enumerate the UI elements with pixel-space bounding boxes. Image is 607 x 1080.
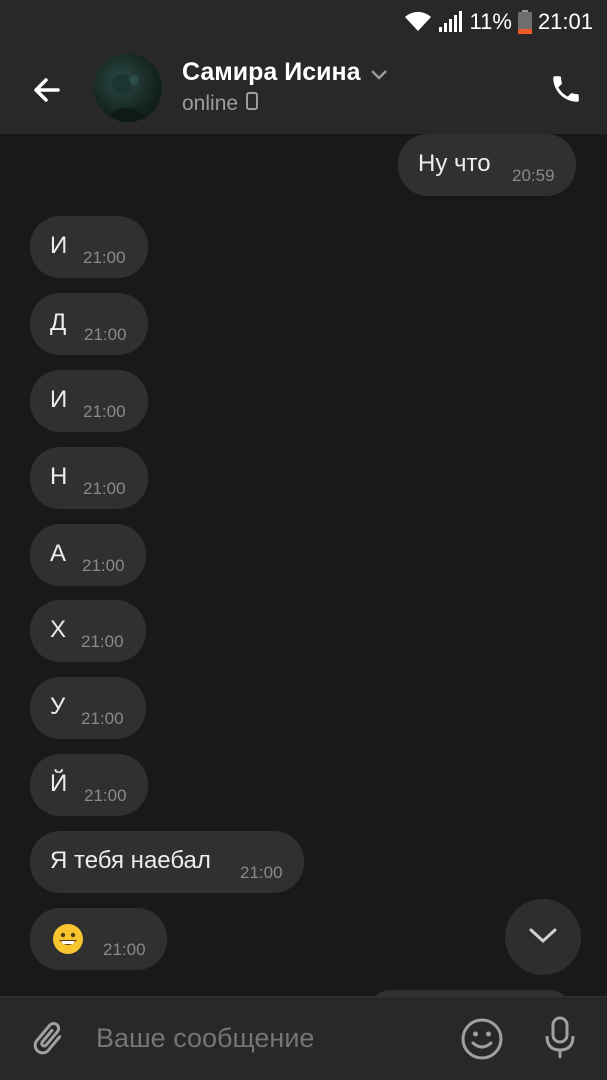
message-time: 21:00	[81, 632, 124, 651]
contact-status-row: online	[182, 92, 259, 116]
paperclip-icon[interactable]	[28, 1019, 68, 1059]
status-bar: 11% 21:01	[0, 0, 607, 44]
message-time: 21:00	[240, 863, 283, 882]
incoming-message-bubble[interactable]: А 21:00	[30, 524, 146, 586]
message-time: 21:00	[84, 325, 127, 344]
message-time: 21:00	[83, 248, 126, 267]
message-composer	[0, 996, 607, 1080]
mobile-device-icon	[246, 92, 259, 116]
battery-icon	[517, 10, 532, 34]
message-text: Х	[50, 616, 67, 643]
message-time: 21:00	[81, 709, 124, 728]
message-time: 21:00	[82, 556, 125, 575]
chat-header: Самира Исина online	[0, 44, 607, 134]
message-text: У	[50, 693, 66, 720]
incoming-message-bubble[interactable]: У 21:00	[30, 677, 146, 739]
incoming-message-bubble[interactable]: Х 21:00	[30, 600, 146, 662]
contact-name: Самира Исина	[182, 58, 361, 86]
emoji-smile-icon[interactable]	[460, 1017, 504, 1061]
message-time: 21:00	[83, 402, 126, 421]
message-text: Ну что	[418, 150, 491, 177]
incoming-message-bubble[interactable]: И 21:00	[30, 216, 148, 278]
incoming-message-bubble[interactable]: Я тебя наебал 21:00	[30, 831, 304, 893]
incoming-message-bubble[interactable]: И 21:00	[30, 370, 148, 432]
avatar[interactable]	[94, 54, 162, 122]
incoming-message-bubble[interactable]: 21:00	[30, 908, 167, 970]
incoming-message-bubble[interactable]: Д 21:00	[30, 293, 148, 355]
online-status: online	[182, 92, 239, 115]
message-time: 21:00	[103, 940, 146, 959]
incoming-message-bubble[interactable]: Н 21:00	[30, 447, 148, 509]
scroll-to-bottom-button[interactable]	[505, 899, 581, 975]
message-text: Н	[50, 463, 68, 490]
message-time: 21:00	[84, 786, 127, 805]
clock: 21:01	[537, 9, 593, 34]
outgoing-message-bubble[interactable]: Ну что 20:59	[398, 134, 576, 196]
message-text: Д	[50, 309, 67, 336]
message-text: И	[50, 386, 68, 413]
battery-percent: 11%	[469, 9, 512, 34]
signal-icon	[438, 11, 464, 33]
phone-call-icon[interactable]	[549, 72, 583, 106]
back-arrow-icon[interactable]	[28, 70, 68, 110]
wifi-icon	[404, 11, 432, 33]
message-time: 20:59	[512, 166, 555, 185]
incoming-message-bubble[interactable]: Й 21:00	[30, 754, 148, 816]
message-text: Й	[50, 770, 68, 797]
message-text: И	[50, 232, 68, 259]
message-time: 21:00	[83, 479, 126, 498]
microphone-icon[interactable]	[540, 1015, 580, 1061]
grinning-face-emoji-icon	[52, 923, 84, 955]
message-list[interactable]: Ну что 20:59 И 21:00 Д 21:00 И 21:00 Н 2…	[0, 134, 607, 996]
message-text: А	[50, 540, 67, 567]
status-icons: 11% 21:01	[404, 6, 593, 38]
contact-name-row[interactable]: Самира Исина	[182, 58, 387, 87]
chevron-down-icon	[370, 58, 387, 87]
message-text: Я тебя наебал	[50, 847, 211, 874]
message-input[interactable]	[96, 1023, 426, 1054]
